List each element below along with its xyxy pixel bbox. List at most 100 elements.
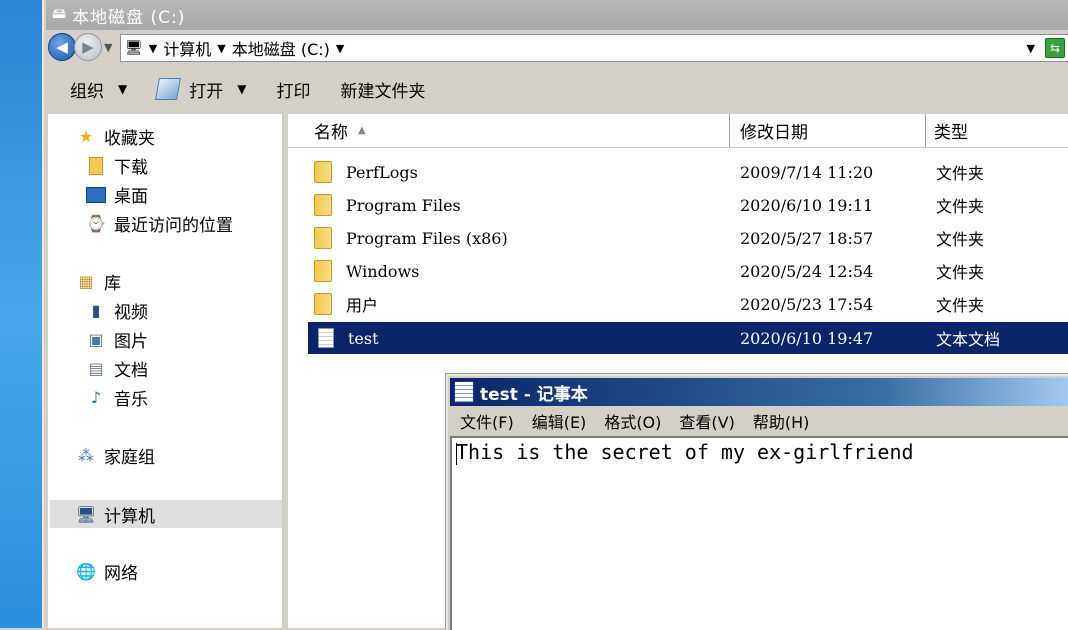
file-row-users[interactable]: 用户 2020/5/23 17:54 文件夹 (308, 288, 1068, 320)
nav-network[interactable]: 🌐 网络 (76, 559, 138, 584)
notepad-menubar: 文件(F) 编辑(E) 格式(O) 查看(V) 帮助(H) (450, 408, 1068, 434)
chevron-down-icon: ▼ (118, 82, 128, 96)
back-button[interactable]: ◀ (48, 33, 76, 61)
file-row-perflogs[interactable]: PerfLogs 2009/7/14 11:20 文件夹 (308, 156, 1068, 188)
print-button[interactable]: 打印 (276, 77, 310, 102)
column-header: 名称 ▲ 修改日期 类型 (288, 114, 1068, 148)
breadcrumb-local-disk[interactable]: 本地磁盘 (C:) (232, 36, 330, 60)
nav-documents[interactable]: ▤ 文档 (86, 356, 148, 381)
folder-icon (314, 227, 332, 249)
menu-edit[interactable]: 编辑(E) (532, 409, 587, 433)
history-dropdown-icon[interactable]: ▼ (104, 41, 112, 54)
column-type[interactable]: 类型 (926, 114, 1068, 147)
recent-places-icon: ⌚ (86, 214, 106, 233)
new-folder-label: 新建文件夹 (340, 81, 426, 102)
address-dropdown-icon[interactable]: ▼ (1027, 42, 1035, 55)
nav-computer[interactable]: 🖥 计算机 (50, 500, 282, 528)
nav-homegroup[interactable]: ⁂ 家庭组 (76, 443, 155, 468)
file-date: 2009/7/14 11:20 (740, 162, 874, 182)
nav-libraries[interactable]: ▦ 库 (76, 269, 121, 294)
notepad-text-area[interactable]: This is the secret of my ex-girlfriend (450, 436, 1068, 630)
column-type-label: 类型 (934, 123, 968, 143)
file-name: Windows (346, 261, 420, 281)
document-icon: ▤ (88, 359, 104, 378)
chevron-down-icon[interactable]: ▼ (217, 42, 225, 55)
file-type: 文件夹 (936, 263, 985, 282)
nav-videos[interactable]: ▮ 视频 (86, 298, 148, 323)
nav-music-label: 音乐 (114, 390, 148, 410)
file-type: 文件夹 (936, 164, 985, 183)
window-title: 本地磁盘 (C:) (72, 7, 186, 28)
menu-file[interactable]: 文件(F) (460, 409, 514, 433)
nav-pictures[interactable]: ▣ 图片 (86, 327, 148, 352)
computer-small-icon: 🖥 (125, 40, 143, 56)
file-name: test (348, 328, 379, 348)
nav-desktop[interactable]: 桌面 (86, 182, 148, 207)
arrow-right-icon: ▶ (82, 38, 94, 56)
notepad-title: test - 记事本 (480, 384, 588, 405)
refresh-icon[interactable]: ⇆ (1045, 38, 1065, 58)
menu-help[interactable]: 帮助(H) (753, 409, 810, 433)
column-modified[interactable]: 修改日期 (730, 114, 926, 147)
file-name: Program Files (x86) (346, 228, 508, 248)
open-button[interactable]: 打开 ▼ (155, 77, 246, 102)
download-folder-icon (86, 156, 106, 176)
desktop-background (0, 0, 42, 628)
nav-favorites-label: 收藏夹 (104, 129, 155, 149)
notepad-titlebar[interactable]: test - 记事本 (450, 378, 1068, 406)
library-icon: ▦ (78, 272, 94, 291)
file-date: 2020/5/27 18:57 (740, 228, 874, 248)
file-row-test[interactable]: test 2020/6/10 19:47 文本文档 (308, 322, 1068, 354)
file-date: 2020/5/24 12:54 (740, 261, 874, 281)
nav-desktop-label: 桌面 (114, 187, 148, 207)
menu-format[interactable]: 格式(O) (604, 409, 661, 433)
column-name-label: 名称 (314, 123, 348, 143)
column-name[interactable]: 名称 ▲ (288, 114, 730, 147)
file-row-program-files[interactable]: Program Files 2020/6/10 19:11 文件夹 (308, 189, 1068, 221)
text-file-icon (318, 328, 334, 348)
command-toolbar: 组织 ▼ 打开 ▼ 打印 新建文件夹 (48, 66, 1068, 112)
folder-icon (314, 293, 332, 315)
file-date: 2020/6/10 19:11 (740, 195, 874, 215)
breadcrumb-computer[interactable]: 计算机 (163, 36, 211, 60)
new-folder-button[interactable]: 新建文件夹 (340, 77, 425, 102)
video-icon: ▮ (91, 301, 101, 320)
file-type: 文本文档 (936, 330, 1001, 349)
file-date: 2020/6/10 19:47 (740, 328, 874, 348)
nav-music[interactable]: ♪ 音乐 (86, 385, 148, 410)
notepad-content: This is the secret of my ex-girlfriend (456, 440, 914, 464)
forward-button[interactable]: ▶ (74, 33, 102, 61)
nav-downloads[interactable]: 下载 (86, 153, 148, 178)
drive-icon: 🖴 (52, 6, 67, 22)
chevron-down-icon[interactable]: ▼ (336, 42, 344, 55)
column-modified-label: 修改日期 (740, 123, 808, 143)
chevron-down-icon[interactable]: ▼ (149, 42, 157, 55)
notepad-window: test - 记事本 文件(F) 编辑(E) 格式(O) 查看(V) 帮助(H)… (446, 374, 1068, 630)
nav-recent[interactable]: ⌚ 最近访问的位置 (86, 211, 233, 236)
menu-view[interactable]: 查看(V) (679, 409, 734, 433)
navigation-pane: ★ 收藏夹 下载 桌面 ⌚ 最近访问的位置 ▦ 库 ▮ 视频 ▣ 图片 ▤ 文档… (48, 114, 283, 628)
nav-computer-label: 计算机 (104, 506, 155, 527)
nav-network-label: 网络 (104, 564, 138, 584)
file-type: 文件夹 (936, 230, 985, 249)
folder-icon (314, 194, 332, 216)
star-icon: ★ (78, 127, 94, 146)
nav-favorites[interactable]: ★ 收藏夹 (76, 124, 155, 149)
organize-button[interactable]: 组织 ▼ (70, 77, 127, 102)
chevron-down-icon[interactable]: ▼ (237, 82, 246, 96)
network-icon: 🌐 (76, 562, 96, 581)
nav-recent-label: 最近访问的位置 (114, 216, 233, 236)
file-row-windows[interactable]: Windows 2020/5/24 12:54 文件夹 (308, 255, 1068, 287)
file-row-program-files-x86[interactable]: Program Files (x86) 2020/5/27 18:57 文件夹 (308, 222, 1068, 254)
nav-videos-label: 视频 (114, 303, 148, 323)
folder-icon (314, 161, 332, 183)
file-name: 用户 (346, 296, 379, 315)
file-type: 文件夹 (936, 197, 985, 216)
address-input[interactable]: 🖥 ▼ 计算机 ▼ 本地磁盘 (C:) ▼ ▼ ⇆ (120, 34, 1068, 62)
nav-pictures-label: 图片 (114, 332, 148, 352)
picture-icon: ▣ (88, 330, 104, 349)
folder-icon (314, 260, 332, 282)
explorer-titlebar[interactable]: 🖴 本地磁盘 (C:) (46, 0, 1068, 30)
arrow-left-icon: ◀ (56, 38, 68, 56)
file-name: Program Files (346, 195, 461, 215)
